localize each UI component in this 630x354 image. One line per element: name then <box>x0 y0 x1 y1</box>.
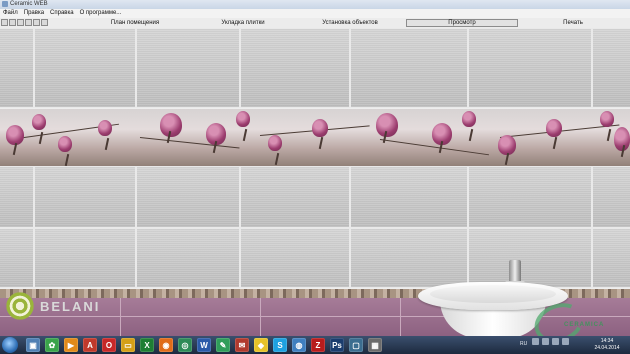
magnolia-flower <box>206 123 226 145</box>
wall-tile <box>350 166 468 228</box>
wall-tile <box>240 28 350 108</box>
magnolia-flower <box>58 136 72 152</box>
magnolia-flower <box>376 113 398 137</box>
magnolia-flower <box>600 111 614 127</box>
title-bar: Ceramic WEB <box>0 0 630 9</box>
magnolia-flower <box>6 125 24 145</box>
language-indicator[interactable]: RU <box>520 341 527 347</box>
taskbar: ▣ ✿ ▶ A O ▭ X ◉ ◎ W ✎ ✉ ◆ S ◍ Z Ps ▢ ▦ RU 14:34 24.04.2014 <box>0 336 630 354</box>
wall-tile <box>468 28 592 108</box>
bathroom-3d-view[interactable]: BELANI CERAMICA <box>0 28 630 336</box>
app-icon <box>2 1 8 7</box>
batman-icon[interactable]: ◆ <box>254 338 268 352</box>
corel-icon[interactable]: ✎ <box>216 338 230 352</box>
wall-tile <box>136 28 240 108</box>
wall-tile <box>0 228 34 288</box>
start-button[interactable] <box>2 337 18 353</box>
brand-logo: BELANI <box>4 290 100 322</box>
menu-about[interactable]: О программе... <box>80 9 122 18</box>
tab-print[interactable]: Печать <box>540 19 606 27</box>
magnolia-flower <box>462 111 476 127</box>
new-icon[interactable] <box>1 19 8 26</box>
media-player-icon[interactable]: ▶ <box>64 338 78 352</box>
window-title: Ceramic WEB <box>10 1 48 7</box>
tab-view[interactable]: Просмотр <box>406 19 518 27</box>
wall-tile <box>34 28 136 108</box>
photoshop-icon[interactable]: Ps <box>330 338 344 352</box>
wall-tile <box>136 166 240 228</box>
network-icon[interactable]: ✿ <box>45 338 59 352</box>
clock[interactable]: 14:34 24.04.2014 <box>587 338 627 352</box>
magnolia-flower <box>32 114 46 130</box>
logo-text: BELANI <box>40 298 101 314</box>
ceramica-watermark: CERAMICA <box>529 296 628 336</box>
magnolia-flower <box>160 113 182 137</box>
menu-bar: Файл Правка Справка О программе... <box>0 9 630 18</box>
clock-time: 14:34 <box>600 338 614 344</box>
decor-tile-band <box>0 108 630 168</box>
mail-icon[interactable]: ✉ <box>235 338 249 352</box>
explorer-icon[interactable]: ▣ <box>26 338 40 352</box>
folder-icon[interactable]: ▭ <box>121 338 135 352</box>
wall-tile <box>592 228 630 288</box>
menu-help[interactable]: Справка <box>50 9 74 18</box>
wall-tile <box>0 166 34 228</box>
open-icon[interactable] <box>9 19 16 26</box>
filezilla-icon[interactable]: Z <box>311 338 325 352</box>
menu-file[interactable]: Файл <box>3 9 18 18</box>
wall-tile <box>592 28 630 108</box>
magnolia-flower <box>236 111 250 127</box>
wall-tile <box>350 28 468 108</box>
magnolia-flower <box>98 120 112 136</box>
clock-date: 24.04.2014 <box>594 345 620 351</box>
opera-icon[interactable]: O <box>102 338 116 352</box>
power-tray-icon[interactable] <box>562 338 569 345</box>
save-icon[interactable] <box>17 19 24 26</box>
chrome-icon[interactable]: ◎ <box>178 338 192 352</box>
system-tray <box>532 338 569 345</box>
menu-edit[interactable]: Правка <box>24 9 44 18</box>
tab-tile-layout[interactable]: Укладка плитки <box>198 19 288 27</box>
magnolia-flower <box>268 135 282 151</box>
network-tray-icon[interactable] <box>542 338 549 345</box>
magnolia-flower <box>614 127 630 151</box>
magnolia-flower <box>312 119 328 137</box>
excel-icon[interactable]: X <box>140 338 154 352</box>
volume-tray-icon[interactable] <box>552 338 559 345</box>
wall-tile <box>0 28 34 108</box>
tray-arrow-icon[interactable] <box>532 338 539 345</box>
wall-tile <box>34 228 136 288</box>
word-icon[interactable]: W <box>197 338 211 352</box>
wall-tile <box>240 228 350 288</box>
wall-tile <box>468 166 592 228</box>
wall-tile <box>350 228 468 288</box>
firefox-icon[interactable]: ◉ <box>159 338 173 352</box>
tab-object-placement[interactable]: Установка объектов <box>302 19 398 27</box>
pdf-icon[interactable]: A <box>83 338 97 352</box>
wall-tile <box>592 166 630 228</box>
tab-room-plan[interactable]: План помещения <box>90 19 180 27</box>
ceramic-app-icon[interactable]: ▦ <box>368 338 382 352</box>
wall-tile <box>240 166 350 228</box>
undo-icon[interactable] <box>25 19 32 26</box>
watermark-text: CERAMICA <box>564 322 605 328</box>
belani-logo-icon <box>4 290 36 322</box>
taskbar-apps: ▣ ✿ ▶ A O ▭ X ◉ ◎ W ✎ ✉ ◆ S ◍ Z Ps ▢ ▦ <box>26 338 382 352</box>
zoom-icon[interactable] <box>41 19 48 26</box>
magnolia-flower <box>498 135 516 155</box>
wall-tile <box>136 228 240 288</box>
wall-tile <box>468 228 592 288</box>
redo-icon[interactable] <box>33 19 40 26</box>
magnolia-flower <box>546 119 562 137</box>
magnolia-flower <box>432 123 452 145</box>
skype-icon[interactable]: S <box>273 338 287 352</box>
wall-tile <box>34 166 136 228</box>
monitor-icon[interactable]: ▢ <box>349 338 363 352</box>
earth-icon[interactable]: ◍ <box>292 338 306 352</box>
